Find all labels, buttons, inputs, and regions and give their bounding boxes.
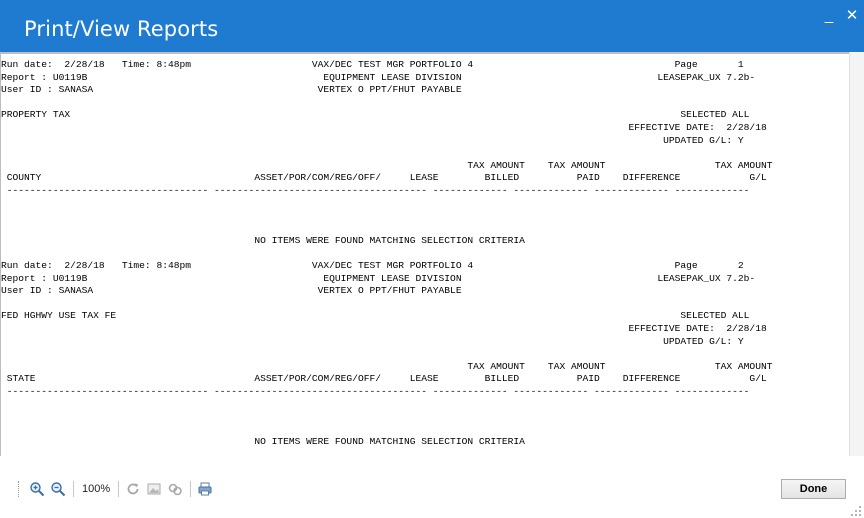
refresh-icon[interactable] xyxy=(123,479,143,499)
report-viewer[interactable]: Run date: 2/28/18 Time: 8:48pm VAX/DEC T… xyxy=(0,52,849,458)
report-page-2: Run date: 2/28/18 Time: 8:48pm VAX/DEC T… xyxy=(1,260,773,448)
toolbar-separator xyxy=(73,481,74,497)
toolbar-grip[interactable] xyxy=(18,481,21,497)
title-bar: Print/View Reports _ ✕ xyxy=(0,0,864,52)
close-button[interactable]: ✕ xyxy=(841,4,863,28)
link-icon[interactable] xyxy=(165,479,185,499)
done-button[interactable]: Done xyxy=(781,479,846,499)
print-icon[interactable] xyxy=(195,479,215,499)
zoom-out-icon[interactable] xyxy=(48,479,68,499)
toolbar-separator xyxy=(190,481,192,497)
minimize-button[interactable]: _ xyxy=(818,4,840,28)
toolbar-separator xyxy=(118,481,120,497)
zoom-level[interactable]: 100% xyxy=(78,483,114,495)
resize-grip-icon[interactable] xyxy=(850,505,862,517)
viewer-toolbar: 100% xyxy=(18,479,216,499)
zoom-in-icon[interactable] xyxy=(27,479,47,499)
image-icon[interactable] xyxy=(144,479,164,499)
vertical-scrollbar[interactable] xyxy=(849,52,864,456)
report-page-1: Run date: 2/28/18 Time: 8:48pm VAX/DEC T… xyxy=(1,59,773,247)
window-title: Print/View Reports xyxy=(24,17,219,41)
